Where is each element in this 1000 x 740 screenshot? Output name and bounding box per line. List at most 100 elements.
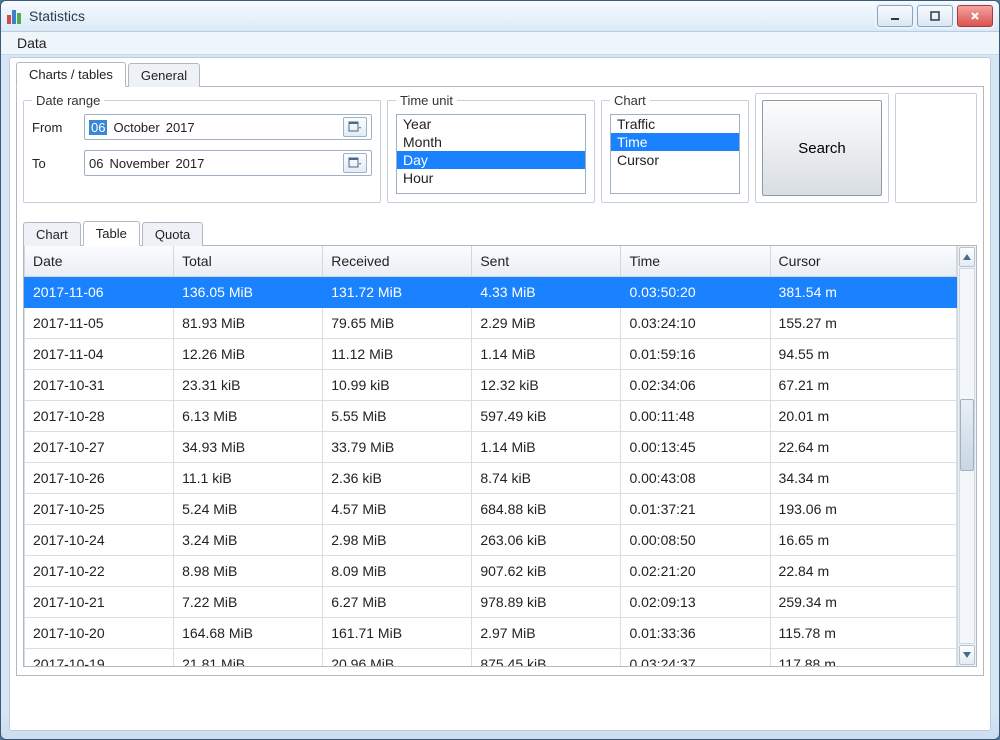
col-sent[interactable]: Sent [472,246,621,277]
col-received[interactable]: Received [323,246,472,277]
cell-date: 2017-10-19 [25,649,174,667]
scroll-down-icon[interactable] [959,645,975,665]
date-range-group: Date range From 06 October 2017 [23,93,381,203]
cell-cursor: 193.06 m [770,494,956,525]
cell-date: 2017-10-20 [25,618,174,649]
col-date[interactable]: Date [25,246,174,277]
minimize-button[interactable] [877,5,913,27]
search-button[interactable]: Search [762,100,882,196]
scroll-track[interactable] [959,268,975,644]
scroll-thumb[interactable] [960,399,974,471]
col-time[interactable]: Time [621,246,770,277]
cell-received: 11.12 MiB [323,339,472,370]
cell-sent: 263.06 kiB [472,525,621,556]
cell-time: 0.01:59:16 [621,339,770,370]
cell-total: 81.93 MiB [174,308,323,339]
chart-listbox[interactable]: Traffic Time Cursor [610,114,740,194]
statistics-table[interactable]: Date Total Received Sent Time Cursor 201… [24,246,957,666]
cell-cursor: 67.21 m [770,370,956,401]
cell-sent: 684.88 kiB [472,494,621,525]
table-row[interactable]: 2017-10-20164.68 MiB161.71 MiB2.97 MiB0.… [25,618,957,649]
cell-received: 20.96 MiB [323,649,472,667]
cell-cursor: 381.54 m [770,277,956,308]
app-icon [7,8,23,24]
cell-sent: 8.74 kiB [472,463,621,494]
time-unit-month[interactable]: Month [397,133,585,151]
cell-received: 6.27 MiB [323,587,472,618]
table-row[interactable]: 2017-10-228.98 MiB8.09 MiB907.62 kiB0.02… [25,556,957,587]
col-total[interactable]: Total [174,246,323,277]
cell-sent: 978.89 kiB [472,587,621,618]
cell-total: 34.93 MiB [174,432,323,463]
tab-general[interactable]: General [128,63,200,87]
table-header-row[interactable]: Date Total Received Sent Time Cursor [25,246,957,277]
table-row[interactable]: 2017-10-2611.1 kiB2.36 kiB8.74 kiB0.00:4… [25,463,957,494]
vertical-scrollbar[interactable] [957,246,976,666]
cell-time: 0.02:34:06 [621,370,770,401]
cell-sent: 597.49 kiB [472,401,621,432]
table-row[interactable]: 2017-11-06136.05 MiB131.72 MiB4.33 MiB0.… [25,277,957,308]
chart-opt-cursor[interactable]: Cursor [611,151,739,169]
cell-date: 2017-10-21 [25,587,174,618]
cell-sent: 907.62 kiB [472,556,621,587]
close-button[interactable] [957,5,993,27]
chart-opt-traffic[interactable]: Traffic [611,115,739,133]
cell-time: 0.00:08:50 [621,525,770,556]
cell-total: 136.05 MiB [174,277,323,308]
table-row[interactable]: 2017-11-0581.93 MiB79.65 MiB2.29 MiB0.03… [25,308,957,339]
table-row[interactable]: 2017-10-2734.93 MiB33.79 MiB1.14 MiB0.00… [25,432,957,463]
table-row[interactable]: 2017-10-217.22 MiB6.27 MiB978.89 kiB0.02… [25,587,957,618]
cell-time: 0.00:11:48 [621,401,770,432]
cell-date: 2017-10-24 [25,525,174,556]
chart-group: Chart Traffic Time Cursor [601,93,749,203]
cell-date: 2017-10-28 [25,401,174,432]
time-unit-hour[interactable]: Hour [397,169,585,187]
menu-data[interactable]: Data [9,33,55,53]
cell-total: 23.31 kiB [174,370,323,401]
cell-sent: 1.14 MiB [472,339,621,370]
scroll-up-icon[interactable] [959,247,975,267]
cell-received: 2.98 MiB [323,525,472,556]
cell-total: 7.22 MiB [174,587,323,618]
title-bar[interactable]: Statistics [1,1,999,32]
subtab-table[interactable]: Table [83,221,140,246]
date-from-picker[interactable]: 06 October 2017 [84,114,372,140]
cell-time: 0.00:43:08 [621,463,770,494]
cell-total: 6.13 MiB [174,401,323,432]
cell-time: 0.01:33:36 [621,618,770,649]
subtab-quota[interactable]: Quota [142,222,203,246]
cell-time: 0.02:21:20 [621,556,770,587]
cell-total: 164.68 MiB [174,618,323,649]
col-cursor[interactable]: Cursor [770,246,956,277]
to-label: To [32,156,80,171]
subtab-chart[interactable]: Chart [23,222,81,246]
cell-time: 0.03:24:37 [621,649,770,667]
cell-cursor: 34.34 m [770,463,956,494]
cell-cursor: 117.88 m [770,649,956,667]
table-row[interactable]: 2017-10-1921.81 MiB20.96 MiB875.45 kiB0.… [25,649,957,667]
table-row[interactable]: 2017-10-3123.31 kiB10.99 kiB12.32 kiB0.0… [25,370,957,401]
cell-cursor: 16.65 m [770,525,956,556]
date-to-year: 2017 [175,156,204,171]
maximize-button[interactable] [917,5,953,27]
cell-sent: 1.14 MiB [472,432,621,463]
chart-opt-time[interactable]: Time [611,133,739,151]
table-row[interactable]: 2017-10-255.24 MiB4.57 MiB684.88 kiB0.01… [25,494,957,525]
cell-date: 2017-10-31 [25,370,174,401]
time-unit-listbox[interactable]: Year Month Day Hour [396,114,586,194]
cell-received: 10.99 kiB [323,370,472,401]
time-unit-year[interactable]: Year [397,115,585,133]
cell-cursor: 115.78 m [770,618,956,649]
table-row[interactable]: 2017-10-286.13 MiB5.55 MiB597.49 kiB0.00… [25,401,957,432]
table-row[interactable]: 2017-11-0412.26 MiB11.12 MiB1.14 MiB0.01… [25,339,957,370]
cell-cursor: 259.34 m [770,587,956,618]
date-to-dropdown-icon[interactable] [343,153,367,173]
cell-sent: 12.32 kiB [472,370,621,401]
date-to-picker[interactable]: 06 November 2017 [84,150,372,176]
cell-date: 2017-11-04 [25,339,174,370]
menu-bar: Data [1,32,999,55]
tab-charts-tables[interactable]: Charts / tables [16,62,126,87]
date-from-dropdown-icon[interactable] [343,117,367,137]
time-unit-day[interactable]: Day [397,151,585,169]
table-row[interactable]: 2017-10-243.24 MiB2.98 MiB263.06 kiB0.00… [25,525,957,556]
